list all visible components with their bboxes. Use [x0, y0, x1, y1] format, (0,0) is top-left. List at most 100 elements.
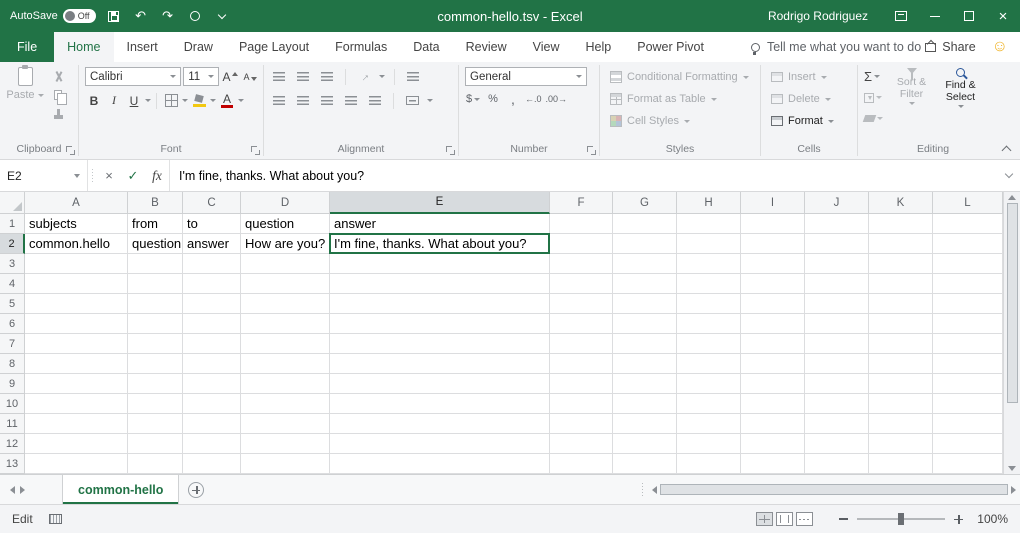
cell-J5[interactable] — [805, 294, 869, 314]
tab-file[interactable]: File — [0, 32, 54, 62]
cell-K1[interactable] — [869, 214, 933, 234]
cell-L2[interactable] — [933, 234, 1003, 254]
cell-H4[interactable] — [677, 274, 741, 294]
cell-H9[interactable] — [677, 374, 741, 394]
accounting-format-button[interactable]: $ — [465, 93, 481, 105]
cell-B12[interactable] — [128, 434, 183, 454]
redo-button[interactable]: ↷ — [159, 7, 177, 25]
tab-home[interactable]: Home — [54, 32, 113, 62]
cell-K4[interactable] — [869, 274, 933, 294]
number-dialog-launcher-icon[interactable] — [587, 146, 596, 155]
cut-button[interactable] — [51, 70, 65, 82]
cell-F6[interactable] — [550, 314, 613, 334]
format-painter-button[interactable] — [51, 108, 65, 120]
cell-F12[interactable] — [550, 434, 613, 454]
cell-E9[interactable] — [330, 374, 550, 394]
cell-K8[interactable] — [869, 354, 933, 374]
cell-E12[interactable] — [330, 434, 550, 454]
cell-E10[interactable] — [330, 394, 550, 414]
cell-D2[interactable]: How are you? — [241, 234, 330, 254]
cell-B9[interactable] — [128, 374, 183, 394]
merge-center-button[interactable] — [403, 91, 421, 110]
cell-C3[interactable] — [183, 254, 241, 274]
cell-J9[interactable] — [805, 374, 869, 394]
row-header-10[interactable]: 10 — [0, 394, 25, 414]
column-header-L[interactable]: L — [933, 192, 1003, 214]
cell-I2[interactable] — [741, 234, 805, 254]
save-button[interactable] — [105, 7, 123, 25]
cell-G3[interactable] — [613, 254, 677, 274]
cell-H3[interactable] — [677, 254, 741, 274]
cell-L13[interactable] — [933, 454, 1003, 474]
column-header-I[interactable]: I — [741, 192, 805, 214]
row-header-9[interactable]: 9 — [0, 374, 25, 394]
cell-J2[interactable] — [805, 234, 869, 254]
font-size-select[interactable]: 11 — [183, 67, 219, 86]
cell-L3[interactable] — [933, 254, 1003, 274]
cell-F11[interactable] — [550, 414, 613, 434]
cell-D11[interactable] — [241, 414, 330, 434]
top-align-button[interactable] — [270, 67, 288, 86]
cell-J8[interactable] — [805, 354, 869, 374]
cell-B3[interactable] — [128, 254, 183, 274]
cell-K12[interactable] — [869, 434, 933, 454]
cell-I9[interactable] — [741, 374, 805, 394]
cell-D8[interactable] — [241, 354, 330, 374]
cell-A1[interactable]: subjects — [25, 214, 128, 234]
normal-view-button[interactable] — [756, 512, 773, 526]
row-header-3[interactable]: 3 — [0, 254, 25, 274]
sheet-tab-common-hello[interactable]: common-hello — [62, 475, 179, 504]
row-header-11[interactable]: 11 — [0, 414, 25, 434]
cell-K13[interactable] — [869, 454, 933, 474]
tab-power-pivot[interactable]: Power Pivot — [624, 32, 717, 62]
cell-H12[interactable] — [677, 434, 741, 454]
column-header-A[interactable]: A — [25, 192, 128, 214]
scroll-right-icon[interactable] — [1011, 486, 1016, 494]
number-format-select[interactable]: General — [465, 67, 587, 86]
tab-data[interactable]: Data — [400, 32, 452, 62]
vertical-scroll-thumb[interactable] — [1007, 203, 1018, 403]
italic-button[interactable]: I — [105, 91, 123, 110]
cell-E6[interactable] — [330, 314, 550, 334]
zoom-slider[interactable] — [857, 518, 945, 520]
cell-G1[interactable] — [613, 214, 677, 234]
cell-C5[interactable] — [183, 294, 241, 314]
cell-C9[interactable] — [183, 374, 241, 394]
tab-insert[interactable]: Insert — [114, 32, 171, 62]
new-sheet-button[interactable] — [179, 475, 213, 504]
formula-input[interactable]: I'm fine, thanks. What about you? — [169, 160, 998, 191]
cell-J7[interactable] — [805, 334, 869, 354]
tab-view[interactable]: View — [520, 32, 573, 62]
column-header-H[interactable]: H — [677, 192, 741, 214]
insert-function-button[interactable]: fx — [145, 160, 169, 191]
cell-A3[interactable] — [25, 254, 128, 274]
autosave-toggle[interactable]: AutoSave Off — [10, 9, 96, 23]
cell-D3[interactable] — [241, 254, 330, 274]
format-cells-button[interactable]: Format — [767, 111, 853, 131]
cell-B8[interactable] — [128, 354, 183, 374]
alignment-dialog-launcher-icon[interactable] — [446, 146, 455, 155]
user-name[interactable]: Rodrigo Rodriguez — [768, 9, 868, 23]
cell-L4[interactable] — [933, 274, 1003, 294]
cancel-button[interactable]: × — [97, 160, 121, 191]
cell-G4[interactable] — [613, 274, 677, 294]
borders-button[interactable] — [162, 91, 180, 110]
zoom-in-icon[interactable] — [954, 515, 963, 524]
cell-G10[interactable] — [613, 394, 677, 414]
middle-align-button[interactable] — [294, 67, 312, 86]
cell-B13[interactable] — [128, 454, 183, 474]
clipboard-dialog-launcher-icon[interactable] — [66, 146, 75, 155]
autosum-button[interactable]: Σ — [864, 68, 883, 85]
cell-B6[interactable] — [128, 314, 183, 334]
tab-formulas[interactable]: Formulas — [322, 32, 400, 62]
select-all-corner[interactable] — [0, 192, 25, 214]
cell-J13[interactable] — [805, 454, 869, 474]
align-center-button[interactable] — [294, 91, 312, 110]
cell-I4[interactable] — [741, 274, 805, 294]
cell-E2[interactable]: I'm fine, thanks. What about you? — [330, 234, 550, 254]
touch-mode-button[interactable] — [186, 7, 204, 25]
cell-K5[interactable] — [869, 294, 933, 314]
align-left-button[interactable] — [270, 91, 288, 110]
horizontal-scroll-thumb[interactable] — [660, 484, 1008, 495]
row-header-5[interactable]: 5 — [0, 294, 25, 314]
